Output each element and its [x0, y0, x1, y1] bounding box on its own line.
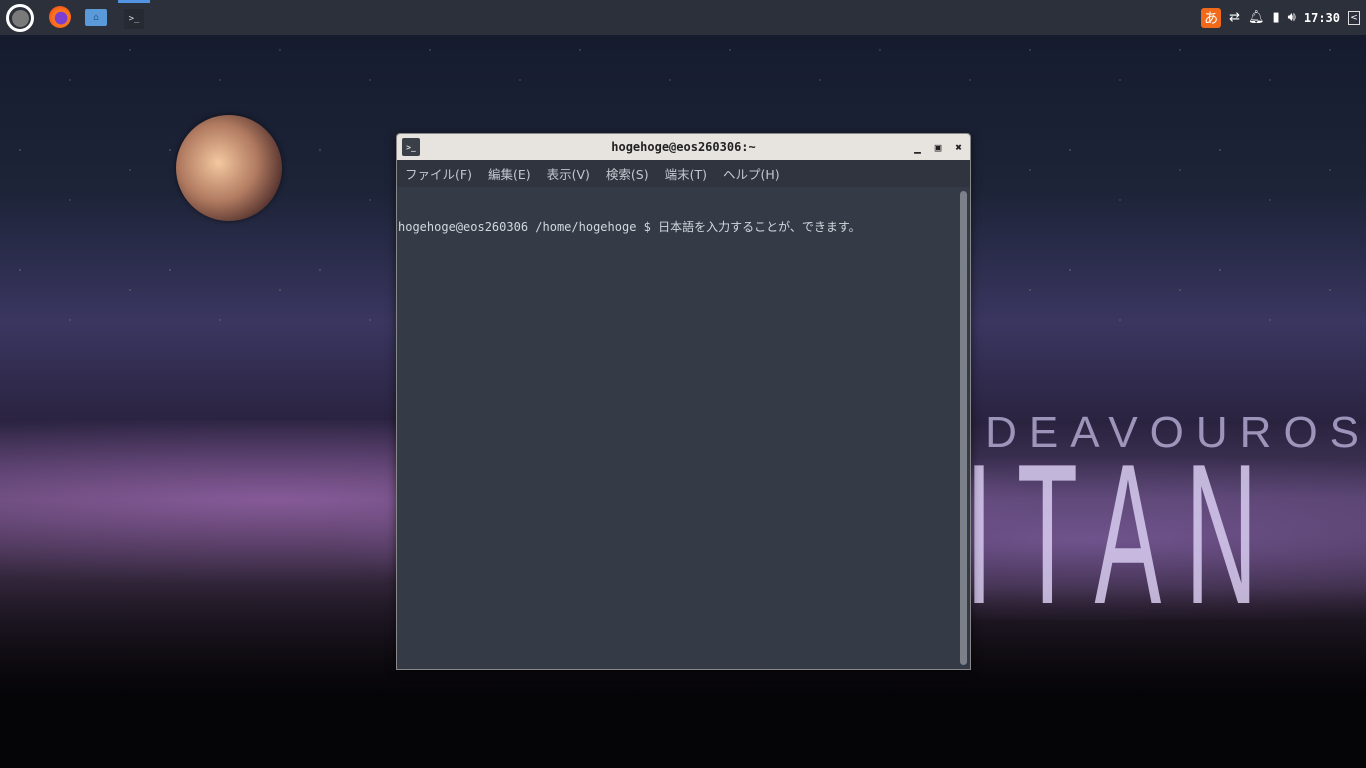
- menu-terminal[interactable]: 端末(T): [665, 164, 707, 183]
- terminal-icon: >_: [402, 138, 420, 156]
- battery-icon[interactable]: ▮: [1273, 10, 1280, 25]
- title-bar[interactable]: >_ hogehoge@eos260306:~ ▁ ▣ ✖: [397, 134, 970, 160]
- terminal-window: >_ hogehoge@eos260306:~ ▁ ▣ ✖ ファイル(F) 編集…: [396, 133, 971, 670]
- maximize-button[interactable]: ▣: [935, 141, 942, 154]
- ime-indicator[interactable]: あ: [1201, 7, 1222, 28]
- minimize-button[interactable]: ▁: [914, 141, 921, 154]
- menu-search[interactable]: 検索(S): [606, 164, 649, 183]
- clock[interactable]: 17:30: [1304, 11, 1340, 25]
- wallpaper-planet: [176, 115, 282, 221]
- top-panel: ⌂ >_ あ ⇄ 🔔︎ ▮ 🔊︎ 17:30 <: [0, 0, 1366, 35]
- terminal-output[interactable]: hogehoge@eos260306 /home/hogehoge $ 日本語を…: [397, 187, 970, 669]
- network-icon[interactable]: ⇄: [1229, 10, 1240, 25]
- app-menu-icon[interactable]: [6, 4, 34, 32]
- firefox-icon[interactable]: [49, 6, 71, 28]
- terminal-task-button[interactable]: >_: [118, 0, 150, 35]
- file-manager-icon[interactable]: ⌂: [85, 9, 107, 26]
- scrollbar[interactable]: [960, 191, 967, 665]
- menu-edit[interactable]: 編集(E): [488, 164, 531, 183]
- volume-icon[interactable]: 🔊︎: [1288, 10, 1296, 25]
- menu-bar: ファイル(F) 編集(E) 表示(V) 検索(S) 端末(T) ヘルプ(H): [397, 160, 970, 187]
- menu-view[interactable]: 表示(V): [547, 164, 590, 183]
- system-tray: あ ⇄ 🔔︎ ▮ 🔊︎ 17:30 <: [1201, 0, 1366, 35]
- close-button[interactable]: ✖: [955, 141, 962, 154]
- menu-file[interactable]: ファイル(F): [405, 164, 472, 183]
- collapse-panel-icon[interactable]: <: [1348, 10, 1360, 25]
- terminal-icon: >_: [124, 9, 144, 29]
- window-title: hogehoge@eos260306:~: [611, 140, 756, 154]
- menu-help[interactable]: ヘルプ(H): [723, 164, 780, 183]
- terminal-line: hogehoge@eos260306 /home/hogehoge $ 日本語を…: [398, 220, 861, 234]
- notification-bell-icon[interactable]: 🔔︎: [1248, 10, 1265, 25]
